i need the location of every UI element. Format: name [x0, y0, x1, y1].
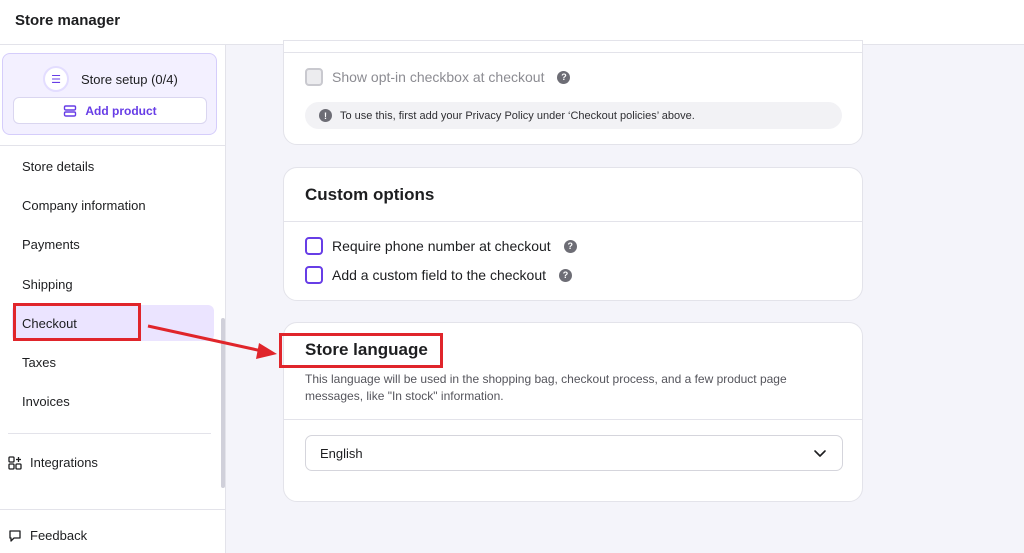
custom-field-row: Add a custom field to the checkout ? [305, 266, 573, 284]
integrations-icon [8, 455, 22, 470]
require-phone-row: Require phone number at checkout ? [305, 237, 577, 255]
nav-divider [8, 433, 211, 434]
require-phone-label: Require phone number at checkout [332, 238, 551, 254]
sidebar-item-invoices[interactable]: Invoices [12, 383, 214, 419]
card-divider [284, 221, 862, 222]
store-language-highlight-box [279, 333, 443, 368]
store-language-value: English [320, 445, 363, 461]
sidebar-scrollbar[interactable] [221, 318, 225, 488]
custom-options-title: Custom options [305, 185, 435, 204]
privacy-policy-notice: ! To use this, first add your Privacy Po… [305, 102, 842, 129]
store-setup-card: ☰ Store setup (0/4) Add product [2, 53, 217, 135]
opt-in-checkbox-row: Show opt-in checkbox at checkout ? [305, 68, 571, 86]
opt-in-checkbox[interactable] [305, 68, 323, 86]
add-product-label: Add product [85, 103, 157, 118]
top-bar: Store manager [0, 0, 1024, 45]
card-divider [284, 419, 862, 420]
feedback-button[interactable]: Feedback [8, 528, 87, 543]
card-divider [284, 52, 862, 53]
sidebar-item-taxes[interactable]: Taxes [12, 344, 214, 380]
help-icon[interactable]: ? [559, 268, 573, 282]
sidebar-item-company-information[interactable]: Company information [12, 187, 214, 223]
store-language-select[interactable]: English [305, 435, 843, 471]
feedback-icon [9, 529, 21, 542]
store-setup-row[interactable]: ☰ Store setup (0/4) [43, 66, 178, 92]
store-language-description: This language will be used in the shoppi… [305, 372, 787, 403]
add-product-button[interactable]: Add product [13, 97, 207, 124]
opt-in-label: Show opt-in checkbox at checkout [332, 69, 545, 85]
sidebar-item-integrations[interactable]: Integrations [8, 455, 98, 470]
product-icon [64, 104, 77, 117]
sidebar-item-payments[interactable]: Payments [12, 226, 214, 262]
checkout-highlight-box [13, 303, 141, 341]
feedback-label: Feedback [30, 528, 88, 543]
custom-options-card: Custom options Require phone number at c… [283, 167, 863, 301]
help-icon[interactable]: ? [563, 239, 577, 253]
feedback-divider [0, 509, 226, 510]
sidebar-nav: Store details Company information Paymen… [0, 145, 226, 409]
info-icon: ! [319, 109, 332, 122]
custom-field-checkbox[interactable] [305, 266, 323, 284]
checkout-policies-card: Show opt-in checkbox at checkout ? ! To … [283, 40, 863, 145]
app-title: Store manager [15, 12, 121, 29]
help-icon[interactable]: ? [557, 70, 571, 84]
sidebar-item-store-details[interactable]: Store details [12, 148, 214, 184]
privacy-policy-notice-text: To use this, first add your Privacy Poli… [340, 109, 695, 122]
integrations-label: Integrations [30, 455, 98, 470]
sidebar-item-shipping[interactable]: Shipping [12, 266, 214, 302]
require-phone-checkbox[interactable] [305, 237, 323, 255]
custom-field-label: Add a custom field to the checkout [332, 267, 547, 283]
store-setup-label: Store setup (0/4) [81, 71, 178, 87]
sidebar: ☰ Store setup (0/4) Add product Store de… [0, 45, 226, 553]
chevron-down-icon [814, 450, 826, 457]
list-icon: ☰ [43, 66, 69, 92]
